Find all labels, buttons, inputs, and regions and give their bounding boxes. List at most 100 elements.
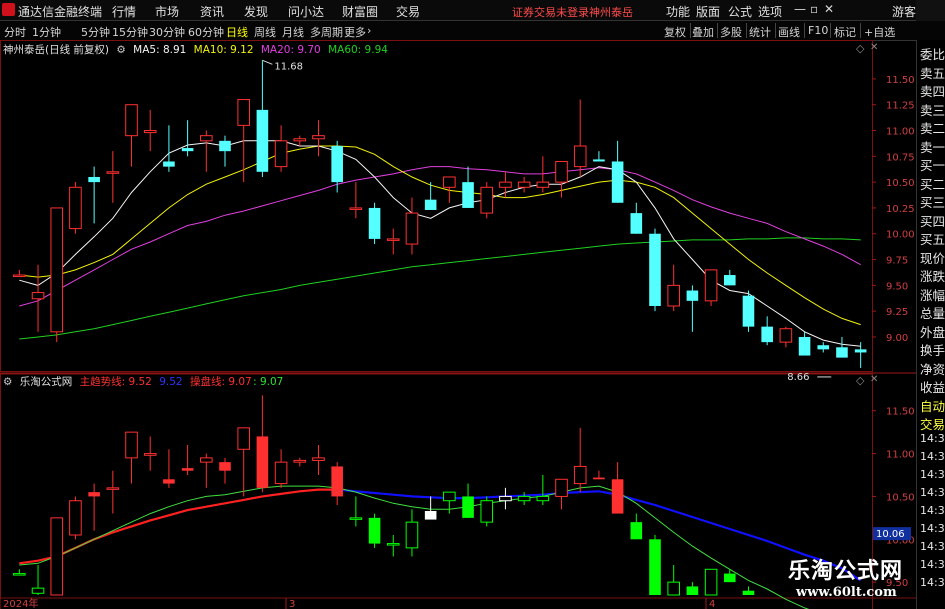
period-daily[interactable]: 日线 — [226, 24, 248, 40]
close-icon[interactable]: ✕ — [824, 2, 834, 16]
sub-candle-body-up — [704, 568, 718, 596]
watermark-name: 乐淘公式网 — [788, 558, 904, 584]
period-monthly[interactable]: 月线 — [282, 24, 304, 40]
period-60min[interactable]: 60分钟 — [188, 24, 224, 40]
main-legend-title[interactable]: 神州泰岳(日线 前复权) — [3, 44, 109, 56]
side-label: 换手 — [920, 343, 945, 358]
period-weekly[interactable]: 周线 — [254, 24, 276, 40]
tool-fuquan[interactable]: 复权 — [664, 24, 686, 40]
more-chevron-icon[interactable]: › — [367, 24, 371, 37]
user-guest[interactable]: 游客 — [892, 3, 916, 20]
candle-body-down — [368, 207, 381, 239]
sub-panel-close-icon[interactable]: ✕ — [870, 374, 878, 385]
period-multi[interactable]: 多周期 — [310, 24, 343, 40]
main-tick-label: 10.75 — [886, 152, 915, 163]
side-trade-time: 14:3 — [920, 450, 945, 463]
tool-biaoji[interactable]: 标记 — [834, 24, 856, 40]
side-label: 涨幅 — [920, 287, 945, 303]
current-stock-name: 神州泰岳 — [589, 6, 633, 19]
sub-candle-body-down — [331, 466, 343, 497]
side-label[interactable]: 交易 — [920, 414, 945, 433]
side-label: 净资 — [920, 361, 945, 377]
sub-legend: ⚙ 乐淘公式网 主趋势线: 9.52 9.52 操盘线: 9.07 : 9.07 — [3, 374, 287, 389]
menu-item-gongshi[interactable]: 公式 — [728, 3, 752, 20]
tool-duogu[interactable]: 多股 — [720, 24, 742, 40]
sub-candle-body-down — [630, 522, 643, 540]
gear-icon[interactable]: ⚙ — [116, 44, 125, 56]
period-5min[interactable]: 5分钟 — [81, 24, 110, 40]
candle-body-up — [293, 138, 307, 142]
tool-huaxian[interactable]: 画线 — [778, 24, 800, 40]
sub-candle-body-up — [555, 478, 568, 497]
candle-body-down — [798, 336, 811, 356]
tool-add-favorite[interactable]: +自选 — [864, 24, 895, 40]
legend-ma60: MA60: 9.94 — [328, 44, 388, 56]
main-ma-lines — [19, 140, 861, 347]
candle-body-down — [817, 345, 830, 350]
sub-candle-body-up — [386, 543, 400, 546]
side-trade-time: 14:3 — [920, 540, 945, 553]
candle-body-down — [686, 290, 699, 301]
candle-body-down — [462, 182, 474, 208]
side-label[interactable]: 自动 — [920, 396, 945, 415]
sub-panel-diamond-icon[interactable]: ◇ — [856, 374, 864, 387]
main-tick-label: 9.25 — [886, 307, 908, 318]
panel-diamond-icon[interactable]: ◇ — [856, 42, 864, 55]
quote-side-panel: 委比 卖五 卖四 卖三 卖二 卖一 买一 买二 买三 买四 买五 现价 涨跌 涨幅 总量 外盘 换手 净资 收益 自动… — [916, 40, 945, 609]
candle-body-down — [742, 295, 755, 327]
period-more[interactable]: 更多 — [344, 24, 366, 40]
menu-item-jiaoyi[interactable]: 交易 — [396, 3, 420, 20]
candle-body-down — [424, 199, 437, 210]
menu-item-hangqing[interactable]: 行情 — [112, 3, 136, 20]
sub-candle-body-up — [536, 495, 550, 502]
side-label: 卖五 — [920, 65, 945, 81]
menu-item-faxian[interactable]: 发现 — [244, 3, 268, 20]
main-tick-label: 9.75 — [886, 256, 908, 267]
sub-candle-body-up — [200, 457, 213, 463]
restore-icon[interactable]: ▫ — [810, 2, 818, 16]
legend-main-trend: 主趋势线: 9.52 — [79, 376, 152, 388]
sub-tick-label: 11.00 — [886, 450, 915, 461]
sub-candle-body-up — [443, 491, 456, 502]
sub-legend-title[interactable]: 乐淘公式网 — [20, 376, 73, 388]
candle-body-down — [219, 140, 231, 152]
main-tick-label: 11.50 — [886, 75, 915, 86]
period-fenshi[interactable]: 分时 — [4, 24, 26, 40]
menu-item-caifuquan[interactable]: 财富圈 — [342, 3, 378, 20]
tool-f10[interactable]: F10 — [808, 24, 828, 37]
app-window: 通达信金融终端 行情 市场 资讯 发现 问小达 财富圈 交易 证券交易未登录 神… — [0, 0, 945, 609]
candle-body-up — [31, 292, 45, 300]
menu-item-xuanxiang[interactable]: 选项 — [758, 3, 782, 20]
sub-price-tag-label: 10.06 — [876, 529, 905, 540]
sub-candle-body-down — [723, 573, 736, 583]
panel-close-icon[interactable]: ✕ — [870, 42, 878, 53]
period-1min[interactable]: 1分钟 — [32, 24, 61, 40]
candle-body-up — [779, 328, 793, 343]
menu-item-zixun[interactable]: 资讯 — [200, 3, 224, 20]
side-label: 买一 — [920, 158, 945, 173]
minimize-icon[interactable]: — — [794, 2, 806, 16]
side-trade-time: 14:3 — [920, 468, 945, 481]
candle-body-up — [50, 207, 64, 333]
menu-item-banmian[interactable]: 版面 — [696, 3, 720, 20]
menu-item-shichang[interactable]: 市场 — [155, 3, 179, 20]
high-marker — [262, 59, 273, 65]
period-30min[interactable]: 30分钟 — [149, 24, 185, 40]
menu-item-gongneng[interactable]: 功能 — [666, 3, 690, 20]
tool-diejia[interactable]: 叠加 — [692, 24, 714, 40]
sub-candle-body-down — [462, 496, 474, 518]
tool-tongji[interactable]: 统计 — [749, 24, 771, 40]
side-trade-time: 14:3 — [920, 522, 945, 535]
legend-ma20: MA20: 9.70 — [260, 44, 321, 56]
legend-green-value: : 9.07 — [253, 376, 284, 388]
gear-icon[interactable]: ⚙ — [3, 376, 12, 388]
main-legend: 神州泰岳(日线 前复权) ⚙ MA5: 8.91 MA10: 9.12 MA20… — [3, 42, 392, 57]
period-15min[interactable]: 15分钟 — [112, 24, 148, 40]
side-label: 卖三 — [920, 102, 945, 118]
app-title: 通达信金融终端 — [18, 5, 103, 19]
trade-login-warning[interactable]: 证券交易未登录 — [512, 4, 589, 20]
candle-body-down — [88, 176, 100, 183]
kline-chart[interactable]: 11.50 11.25 11.00 10.75 10.50 10.25 10.00 9.75 9… — [0, 40, 916, 609]
menu-item-wenxiaoda[interactable]: 问小达 — [288, 3, 324, 20]
side-trade-time: 14:3 — [920, 432, 945, 445]
